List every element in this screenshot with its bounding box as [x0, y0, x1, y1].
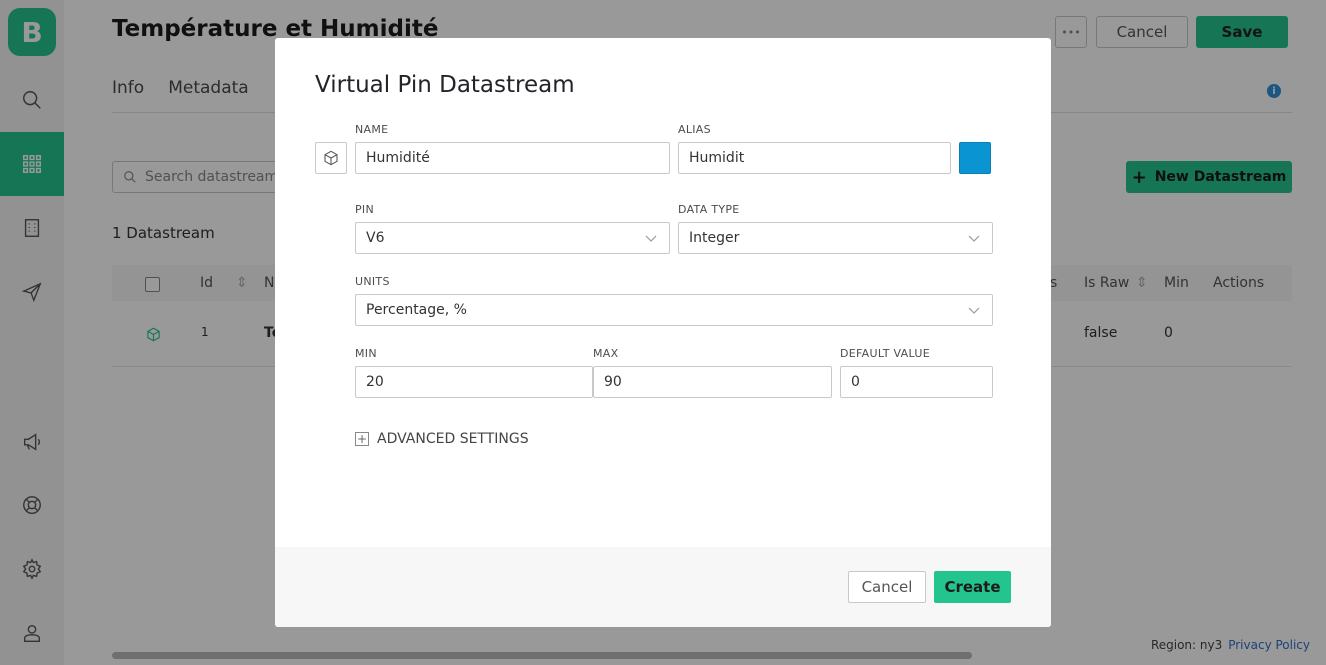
- max-label: MAX: [593, 347, 619, 360]
- expand-icon: +: [355, 432, 369, 446]
- chevron-down-icon: [968, 235, 980, 242]
- name-label: NAME: [355, 123, 389, 136]
- data-type-select[interactable]: Integer: [678, 222, 993, 254]
- default-value-field[interactable]: 0: [840, 366, 993, 398]
- units-label: UNITS: [355, 275, 390, 288]
- advanced-settings-label: ADVANCED SETTINGS: [377, 431, 529, 447]
- cube-icon: [324, 150, 338, 166]
- pin-label: PIN: [355, 203, 375, 216]
- chevron-down-icon: [968, 307, 980, 314]
- dialog-cancel-button[interactable]: Cancel: [848, 571, 926, 603]
- units-select[interactable]: Percentage, %: [355, 294, 993, 326]
- dialog-footer: Cancel Create: [275, 547, 1051, 627]
- color-picker[interactable]: [959, 142, 991, 174]
- data-type-value: Integer: [689, 230, 740, 246]
- pin-select[interactable]: V6: [355, 222, 670, 254]
- advanced-settings-toggle[interactable]: + ADVANCED SETTINGS: [355, 431, 529, 447]
- name-field[interactable]: Humidité: [355, 142, 670, 174]
- min-field[interactable]: 20: [355, 366, 593, 398]
- create-button[interactable]: Create: [934, 571, 1011, 603]
- default-value-label: DEFAULT VALUE: [840, 347, 930, 360]
- alias-label: ALIAS: [678, 123, 711, 136]
- dialog-title: Virtual Pin Datastream: [315, 72, 575, 98]
- pin-value: V6: [366, 230, 385, 246]
- chevron-down-icon: [645, 235, 657, 242]
- virtual-pin-dialog: Virtual Pin Datastream NAME Humidité ALI…: [275, 38, 1051, 627]
- units-value: Percentage, %: [366, 302, 467, 318]
- datastream-icon-picker[interactable]: [315, 142, 347, 174]
- alias-field[interactable]: Humidit: [678, 142, 951, 174]
- data-type-label: DATA TYPE: [678, 203, 740, 216]
- max-field[interactable]: 90: [593, 366, 832, 398]
- min-label: MIN: [355, 347, 377, 360]
